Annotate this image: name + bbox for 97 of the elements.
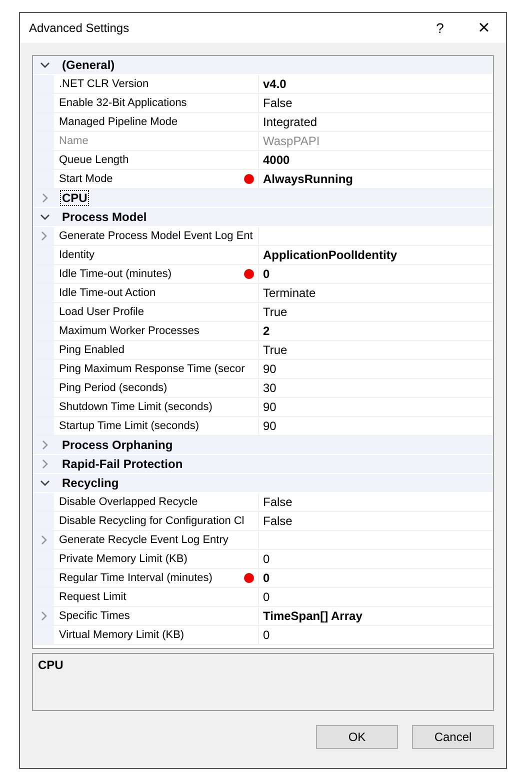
property-row[interactable]: Request Limit 0 <box>33 588 493 607</box>
property-row[interactable]: Enable 32-Bit Applications False <box>33 94 493 113</box>
property-row[interactable]: Start Mode AlwaysRunning <box>33 170 493 189</box>
property-name[interactable]: Startup Time Limit (seconds) <box>59 420 259 432</box>
property-name[interactable]: Idle Time-out Action <box>59 287 259 299</box>
category-label: Recycling <box>61 475 120 491</box>
chevron-down-icon[interactable] <box>40 60 50 70</box>
property-value[interactable]: 0 <box>263 267 270 281</box>
chevron-right-icon[interactable] <box>40 440 50 450</box>
category-row[interactable]: Process Orphaning <box>33 436 493 455</box>
chevron-right-icon[interactable] <box>38 611 48 621</box>
property-value[interactable]: 4000 <box>263 153 290 167</box>
description-title: CPU <box>38 658 64 672</box>
property-name[interactable]: Enable 32-Bit Applications <box>59 97 259 109</box>
property-value[interactable]: 90 <box>263 400 276 414</box>
property-value[interactable]: 0 <box>263 628 270 642</box>
category-row[interactable]: Recycling <box>33 474 493 493</box>
property-value[interactable]: Integrated <box>263 115 318 129</box>
property-row[interactable]: Maximum Worker Processes 2 <box>33 322 493 341</box>
cancel-button[interactable]: Cancel <box>412 725 494 749</box>
property-row[interactable]: Startup Time Limit (seconds) 90 <box>33 417 493 436</box>
property-name[interactable]: .NET CLR Version <box>59 78 259 90</box>
property-row[interactable]: Virtual Memory Limit (KB) 0 <box>33 626 493 645</box>
property-name[interactable]: Disable Overlapped Recycle <box>59 496 259 508</box>
property-row[interactable]: Generate Process Model Event Log Ent <box>33 227 493 246</box>
property-row[interactable]: Load User Profile True <box>33 303 493 322</box>
property-name[interactable]: Regular Time Interval (minutes) <box>59 572 244 584</box>
property-value[interactable]: ApplicationPoolIdentity <box>263 248 397 262</box>
chevron-down-icon[interactable] <box>40 212 50 222</box>
property-row[interactable]: Managed Pipeline Mode Integrated <box>33 113 493 132</box>
property-value[interactable]: TimeSpan[] Array <box>263 609 362 623</box>
property-name[interactable]: Virtual Memory Limit (KB) <box>59 629 259 641</box>
property-name[interactable]: Load User Profile <box>59 306 259 318</box>
property-row[interactable]: Disable Overlapped Recycle False <box>33 493 493 512</box>
category-label: Process Model <box>61 209 148 225</box>
property-name[interactable]: Managed Pipeline Mode <box>59 116 259 128</box>
property-value[interactable]: AlwaysRunning <box>263 172 354 186</box>
chevron-right-icon[interactable] <box>38 231 48 241</box>
chevron-right-icon[interactable] <box>40 459 50 469</box>
property-name[interactable]: Ping Maximum Response Time (secor <box>59 363 259 375</box>
property-name[interactable]: Queue Length <box>59 154 259 166</box>
property-row[interactable]: Ping Maximum Response Time (secor 90 <box>33 360 493 379</box>
property-row[interactable]: Ping Period (seconds) 30 <box>33 379 493 398</box>
property-name[interactable]: Generate Process Model Event Log Ent <box>59 230 259 242</box>
property-value[interactable]: True <box>263 305 288 319</box>
property-name[interactable]: Identity <box>59 249 259 261</box>
property-value[interactable]: 0 <box>263 552 270 566</box>
category-row[interactable]: Rapid-Fail Protection <box>33 455 493 474</box>
category-row[interactable]: Process Model <box>33 208 493 227</box>
property-value[interactable]: 90 <box>263 362 276 376</box>
property-value[interactable]: 0 <box>263 590 270 604</box>
ok-button[interactable]: OK <box>316 725 398 749</box>
property-value[interactable]: v4.0 <box>263 77 286 91</box>
property-row[interactable]: Identity ApplicationPoolIdentity <box>33 246 493 265</box>
property-name[interactable]: Ping Enabled <box>59 344 259 356</box>
category-row[interactable]: CPU <box>33 189 493 208</box>
property-value[interactable]: False <box>263 514 292 528</box>
property-name[interactable]: Generate Recycle Event Log Entry <box>59 534 259 546</box>
property-name[interactable]: Specific Times <box>59 610 259 622</box>
window-title: Advanced Settings <box>29 21 130 35</box>
help-button[interactable]: ? <box>418 14 462 42</box>
property-name[interactable]: Shutdown Time Limit (seconds) <box>59 401 259 413</box>
property-name[interactable]: Maximum Worker Processes <box>59 325 259 337</box>
property-row[interactable]: .NET CLR Version v4.0 <box>33 75 493 94</box>
category-label: Rapid-Fail Protection <box>61 456 184 472</box>
property-value[interactable]: True <box>263 343 288 357</box>
property-row[interactable]: Shutdown Time Limit (seconds) 90 <box>33 398 493 417</box>
category-label: Process Orphaning <box>61 437 174 453</box>
property-row[interactable]: Ping Enabled True <box>33 341 493 360</box>
property-row[interactable]: Private Memory Limit (KB) 0 <box>33 550 493 569</box>
property-name[interactable]: Start Mode <box>59 173 244 185</box>
property-value[interactable]: 90 <box>263 419 276 433</box>
property-value[interactable]: Terminate <box>263 286 316 300</box>
property-value[interactable]: False <box>263 96 292 110</box>
property-row[interactable]: Idle Time-out Action Terminate <box>33 284 493 303</box>
property-name[interactable]: Private Memory Limit (KB) <box>59 553 259 565</box>
property-name[interactable]: Idle Time-out (minutes) <box>59 268 244 280</box>
chevron-right-icon[interactable] <box>40 193 50 203</box>
property-row[interactable]: Regular Time Interval (minutes) 0 <box>33 569 493 588</box>
property-value[interactable]: False <box>263 495 292 509</box>
property-row[interactable]: Specific Times TimeSpan[] Array <box>33 607 493 626</box>
property-row[interactable]: Idle Time-out (minutes) 0 <box>33 265 493 284</box>
property-name[interactable]: Disable Recycling for Configuration Cl <box>59 515 259 527</box>
property-row[interactable]: Queue Length 4000 <box>33 151 493 170</box>
property-name[interactable]: Request Limit <box>59 591 259 603</box>
property-value[interactable]: 2 <box>263 324 270 338</box>
property-row[interactable]: Disable Recycling for Configuration Cl False <box>33 512 493 531</box>
category-label: (General) <box>61 57 116 73</box>
property-value[interactable]: 30 <box>263 381 276 395</box>
property-row[interactable]: Generate Recycle Event Log Entry <box>33 531 493 550</box>
property-name[interactable]: Ping Period (seconds) <box>59 382 259 394</box>
category-label: CPU <box>60 190 90 206</box>
property-value[interactable]: 0 <box>263 571 270 585</box>
chevron-down-icon[interactable] <box>40 478 50 488</box>
category-row[interactable]: (General) <box>33 56 493 75</box>
chevron-right-icon[interactable] <box>38 535 48 545</box>
close-button[interactable]: × <box>462 14 506 42</box>
